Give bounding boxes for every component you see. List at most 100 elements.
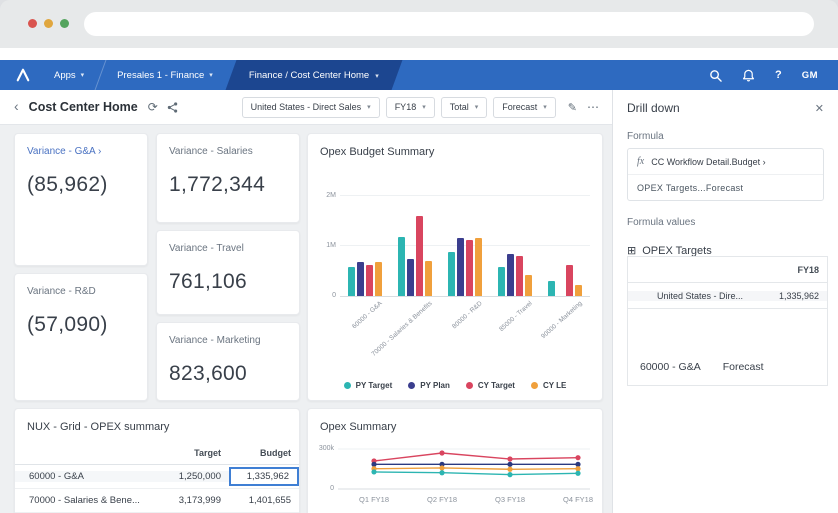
bar-py-target[interactable] — [448, 251, 455, 296]
kpi-link-label[interactable]: Variance - G&A › — [15, 134, 147, 157]
grid-header-row: Target Budget — [15, 441, 299, 465]
data-point[interactable] — [507, 461, 513, 467]
drill-down-title: Drill down — [627, 101, 680, 115]
formula-values-section-label: Formula values — [627, 217, 696, 228]
bar-cy-le[interactable] — [475, 237, 482, 296]
filter-select-1[interactable]: FY18 ▾ — [385, 96, 435, 118]
top-nav: Apps ▾ Presales 1 - Finance ▾ Finance / … — [0, 60, 838, 90]
nav-apps-label: Apps — [54, 69, 76, 81]
formula-box[interactable]: fx CC Workflow Detail.Budget › OPEX Targ… — [627, 148, 824, 201]
data-point[interactable] — [575, 466, 581, 472]
nav-divider — [94, 60, 107, 90]
bar-py-target[interactable] — [398, 236, 405, 296]
module-link[interactable]: ⊞ OPEX Targets — [613, 234, 838, 258]
kpi-card-variance-travel[interactable]: Variance - Travel 761,106 — [156, 230, 300, 315]
bar-cy-target[interactable] — [516, 256, 523, 296]
y-axis-tick: 2M — [326, 192, 336, 199]
bar-py-target[interactable] — [348, 266, 355, 296]
data-point[interactable] — [507, 466, 513, 472]
data-point[interactable] — [507, 472, 513, 478]
refresh-icon[interactable]: ⟳ — [148, 100, 158, 114]
kpi-card-variance-salaries[interactable]: Variance - Salaries 1,772,344 — [156, 133, 300, 223]
legend-dot-icon — [465, 382, 473, 389]
filter-select-2[interactable]: Total ▾ — [440, 96, 488, 118]
y-axis-tick: 1M — [326, 242, 336, 249]
kpi-value: (57,090) — [27, 313, 108, 336]
bar-py-plan[interactable] — [357, 261, 364, 296]
bar-py-plan[interactable] — [407, 258, 414, 296]
bar-py-target[interactable] — [548, 280, 555, 296]
nav-apps-menu[interactable]: Apps ▾ — [44, 60, 94, 90]
data-point[interactable] — [439, 465, 445, 471]
close-window-icon[interactable] — [28, 19, 37, 28]
bar-group — [498, 184, 532, 296]
notifications-bell-icon[interactable] — [742, 69, 755, 82]
bar-cy-target[interactable] — [416, 215, 423, 296]
x-axis-label: Q4 FY18 — [562, 495, 593, 504]
line-series-cy-target — [373, 452, 579, 462]
maximize-window-icon[interactable] — [60, 19, 69, 28]
page-selectors: United States - Direct Sales ▾ FY18 ▾ Total ▾… — [241, 96, 556, 118]
module-label: OPEX Targets — [642, 244, 712, 257]
bar-cy-target[interactable] — [566, 264, 573, 296]
drill-table-data-row[interactable]: United States - Dire... 1,335,962 — [628, 283, 827, 309]
data-point[interactable] — [371, 469, 377, 475]
bar-cy-target[interactable] — [366, 264, 373, 296]
table-row: 70000 - Salaries & Bene... 3,173,999 1,401… — [15, 489, 299, 513]
line-chart-svg — [338, 448, 590, 490]
user-avatar[interactable]: GM — [802, 70, 818, 81]
bar-py-target[interactable] — [498, 267, 505, 296]
data-point[interactable] — [439, 470, 445, 476]
drill-table-row-label: United States - Dire... — [628, 290, 751, 301]
close-icon[interactable]: ✕ — [815, 102, 824, 115]
bookmarks-strip — [0, 48, 838, 60]
search-icon[interactable] — [709, 69, 722, 82]
chevron-down-icon: ▾ — [209, 72, 213, 79]
window-controls — [28, 19, 69, 28]
bar-py-plan[interactable] — [507, 254, 514, 296]
data-point[interactable] — [439, 450, 445, 456]
nav-active-page-tab[interactable]: Finance / Cost Center Home ▾ — [225, 60, 403, 90]
page-title: Cost Center Home — [28, 100, 138, 114]
legend-item-py-target[interactable]: PY Target — [343, 381, 392, 390]
filter-select-0[interactable]: United States - Direct Sales ▾ — [241, 96, 380, 118]
kpi-card-variance-rd[interactable]: Variance - R&D (57,090) — [14, 273, 148, 401]
back-chevron-icon[interactable]: ‹ — [14, 98, 19, 114]
grid-column-header-budget[interactable]: Budget — [229, 448, 299, 458]
bar-cy-le[interactable] — [425, 260, 432, 296]
chevron-down-icon: ▾ — [80, 72, 85, 79]
fx-icon: fx — [637, 156, 645, 167]
nav-workspace-menu[interactable]: Presales 1 - Finance ▾ — [107, 60, 223, 90]
help-icon[interactable]: ? — [775, 69, 782, 81]
bar-py-plan[interactable] — [457, 237, 464, 296]
bar-cy-target[interactable] — [466, 239, 473, 296]
anaplan-logo[interactable] — [16, 68, 30, 82]
filter-select-3[interactable]: Forecast ▾ — [493, 96, 556, 118]
kpi-card-variance-ga[interactable]: Variance - G&A › (85,962) — [14, 133, 148, 266]
kpi-card-variance-marketing[interactable]: Variance - Marketing 823,600 — [156, 322, 300, 401]
data-point[interactable] — [575, 470, 581, 476]
line-series-cy-le — [373, 467, 579, 470]
minimize-window-icon[interactable] — [44, 19, 53, 28]
legend-item-cy-le[interactable]: CY LE — [530, 381, 566, 390]
more-options-icon[interactable]: ⋯ — [587, 100, 600, 114]
grid-row-label[interactable]: 70000 - Salaries & Bene... — [15, 495, 165, 506]
edit-pencil-icon[interactable]: ✎ — [568, 101, 577, 114]
grid-row-label[interactable]: 60000 - G&A — [15, 471, 165, 482]
data-point[interactable] — [507, 456, 513, 462]
bar-cy-le[interactable] — [575, 284, 582, 296]
legend-item-cy-target[interactable]: CY Target — [465, 381, 515, 390]
bar-cy-le[interactable] — [525, 275, 532, 296]
bar-group — [398, 184, 432, 296]
grid-cell-target[interactable]: 3,173,999 — [165, 495, 229, 506]
bar-cy-le[interactable] — [375, 261, 382, 296]
browser-chrome — [0, 0, 838, 48]
address-bar[interactable] — [84, 12, 814, 36]
grid-column-header-target[interactable]: Target — [165, 448, 229, 458]
grid-cell-budget[interactable]: 1,401,655 — [229, 495, 299, 506]
grid-cell-target[interactable]: 1,250,000 — [165, 471, 229, 482]
data-point[interactable] — [575, 455, 581, 461]
legend-item-py-plan[interactable]: PY Plan — [408, 381, 450, 390]
grid-cell-budget-selected[interactable]: 1,335,962 — [229, 467, 299, 486]
share-icon[interactable] — [167, 101, 178, 113]
